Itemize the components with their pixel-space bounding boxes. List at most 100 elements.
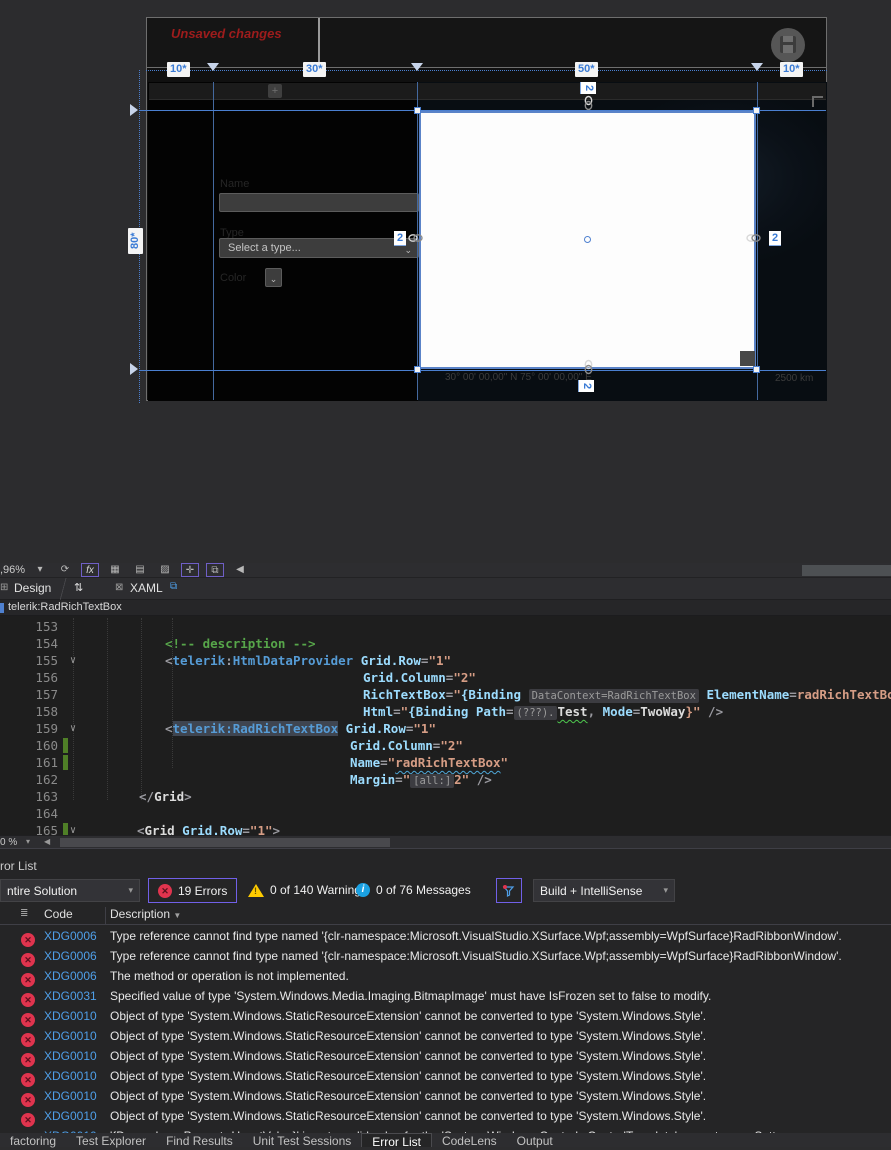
- wpf-designer-surface: Unsaved changes + Name Type Select a typ…: [0, 0, 891, 563]
- panel-tab-find-results[interactable]: Find Results: [156, 1133, 243, 1148]
- errors-filter-button[interactable]: ✕ 19 Errors: [148, 878, 238, 903]
- name-input[interactable]: [219, 193, 419, 212]
- change-bar: [63, 823, 68, 835]
- error-row[interactable]: ✕ XDG0010 Object of type 'System.Windows.S…: [0, 1066, 891, 1087]
- error-row[interactable]: ✕ XDG0006 The method or operation is not i…: [0, 966, 891, 987]
- selection-handle[interactable]: [414, 107, 421, 114]
- code-line[interactable]: 153: [0, 618, 891, 635]
- color-dropdown[interactable]: ⌄: [265, 268, 282, 287]
- column-width-label[interactable]: 50*: [575, 62, 598, 77]
- snap-gridlines-icon[interactable]: ✛: [181, 563, 199, 577]
- line-number: 157: [35, 687, 58, 702]
- editor-zoom-value[interactable]: 0 %: [0, 837, 17, 848]
- source-dropdown[interactable]: Build + IntelliSense ▾: [533, 879, 675, 902]
- save-icon[interactable]: [771, 28, 805, 62]
- xaml-view-icon: ⊠: [115, 582, 124, 593]
- chain-link-icon[interactable]: [584, 359, 594, 375]
- error-row[interactable]: ✕ XDG0006 Type reference cannot find type …: [0, 946, 891, 967]
- column-grip-icon[interactable]: [207, 63, 219, 71]
- code-line[interactable]: 163 </Grid>: [0, 788, 891, 805]
- horizontal-scrollbar[interactable]: [60, 838, 390, 847]
- panel-tab-unit-test-sessions[interactable]: Unit Test Sessions: [243, 1133, 362, 1148]
- popout-icon[interactable]: ⧉: [170, 581, 177, 592]
- code-line[interactable]: 157 RichTextBox="{Binding DataContext=Rad…: [0, 686, 891, 703]
- chevron-down-icon[interactable]: ▾: [34, 563, 46, 577]
- panel-tab-test-explorer[interactable]: Test Explorer: [66, 1133, 156, 1148]
- content-top-bar: +: [149, 83, 826, 100]
- error-description: Type reference cannot find type named '{…: [110, 929, 842, 943]
- code-line[interactable]: 161 Name="radRichTextBox": [0, 754, 891, 771]
- panel-tab-codelens[interactable]: CodeLens: [432, 1133, 507, 1148]
- error-row[interactable]: ✕ XDG0010 Object of type 'System.Windows.S…: [0, 1026, 891, 1047]
- grid-settings-icon[interactable]: ▤: [131, 563, 149, 577]
- snap-dither-icon[interactable]: ▨: [156, 563, 174, 577]
- breadcrumb-element[interactable]: telerik:RadRichTextBox: [0, 601, 122, 613]
- error-row[interactable]: ✕ XDG0010 Object of type 'System.Windows.S…: [0, 1006, 891, 1027]
- refresh-icon[interactable]: ⟳: [56, 563, 74, 577]
- scroll-left-icon[interactable]: ◀: [44, 837, 50, 846]
- error-row[interactable]: ✕XDG0010'{DependencyProperty.UnsetValue}…: [0, 1126, 891, 1133]
- column-grip-icon[interactable]: [751, 63, 763, 71]
- margin-top-badge[interactable]: 2: [580, 82, 596, 95]
- code-line[interactable]: 160 Grid.Column="2": [0, 737, 891, 754]
- chain-link-icon[interactable]: [584, 95, 594, 111]
- type-combobox[interactable]: Select a type... ⌄: [219, 238, 419, 258]
- panel-tab-output[interactable]: Output: [507, 1133, 563, 1148]
- tab-design[interactable]: Design: [14, 581, 51, 595]
- column-header-code[interactable]: Code: [44, 907, 73, 921]
- error-row[interactable]: ✕ XDG0010 Object of type 'System.Windows.S…: [0, 1046, 891, 1067]
- show-grid-icon[interactable]: ▦: [106, 563, 124, 577]
- row-height-label[interactable]: 80*: [128, 228, 143, 254]
- chain-link-icon[interactable]: [746, 233, 761, 243]
- chain-link-icon[interactable]: [408, 233, 423, 243]
- tab-xaml[interactable]: XAML: [130, 581, 163, 595]
- code-line[interactable]: 164: [0, 805, 891, 822]
- code-line[interactable]: 159 ∨ <telerik:RadRichTextBox Grid.Row="1": [0, 720, 891, 737]
- messages-filter-button[interactable]: i 0 of 76 Messages: [356, 883, 471, 897]
- line-number: 156: [35, 670, 58, 685]
- fold-chevron-icon[interactable]: ∨: [70, 822, 76, 835]
- horizontal-scrollbar[interactable]: [802, 565, 891, 576]
- error-row[interactable]: ✕ XDG0031 Specified value of type 'System.…: [0, 986, 891, 1007]
- code-line[interactable]: 158 Html="{Binding Path= (???). Test, Mode=…: [0, 703, 891, 720]
- unsaved-changes-label: Unsaved changes: [171, 26, 282, 41]
- error-row[interactable]: ✕ XDG0010 Object of type 'System.Windows.S…: [0, 1086, 891, 1107]
- selection-handle[interactable]: [753, 366, 760, 373]
- margin-left-badge[interactable]: 2: [394, 231, 407, 246]
- scope-dropdown[interactable]: ntire Solution ▾: [0, 879, 140, 902]
- chevron-down-icon: ▾: [663, 885, 668, 895]
- warnings-filter-button[interactable]: 0 of 140 Warnings: [248, 883, 367, 897]
- chevron-down-icon[interactable]: ▾: [26, 837, 30, 846]
- related-items-icon[interactable]: ≣: [20, 908, 28, 919]
- filter-button[interactable]: [496, 878, 522, 903]
- column-header-description[interactable]: Description ▼: [110, 907, 181, 921]
- xaml-code-editor[interactable]: 153 154 <!-- description --> 155 ∨ <telerik:H…: [0, 616, 891, 835]
- fold-chevron-icon[interactable]: ∨: [70, 720, 76, 737]
- row-grip-icon[interactable]: [130, 363, 138, 375]
- designer-zoom-value[interactable]: ,96%: [0, 564, 25, 576]
- selection-handle[interactable]: [414, 366, 421, 373]
- fold-chevron-icon[interactable]: ∨: [70, 652, 76, 669]
- column-width-label[interactable]: 10*: [167, 62, 190, 77]
- panel-tab-factoring[interactable]: factoring: [0, 1133, 66, 1148]
- panel-tab-error-list[interactable]: Error List: [361, 1133, 432, 1149]
- error-row[interactable]: ✕ XDG0010 Object of type 'System.Windows.S…: [0, 1106, 891, 1127]
- swap-panes-icon[interactable]: ⇅: [74, 581, 83, 594]
- code-line[interactable]: 156 Grid.Column="2": [0, 669, 891, 686]
- margin-bottom-badge[interactable]: 2: [578, 380, 594, 393]
- selection-handle[interactable]: [753, 107, 760, 114]
- code-line[interactable]: 165 ∨ <Grid Grid.Row="1">: [0, 822, 891, 835]
- column-width-label[interactable]: 10*: [780, 62, 803, 77]
- snap-to-snaplines-icon[interactable]: ⧉: [206, 563, 224, 577]
- margin-right-badge[interactable]: 2: [769, 231, 782, 246]
- collapse-icon[interactable]: ◀: [231, 563, 249, 577]
- add-file-icon[interactable]: +: [268, 84, 282, 98]
- error-row[interactable]: ✕ XDG0006 Type reference cannot find type …: [0, 926, 891, 947]
- effects-fx-icon[interactable]: fx: [81, 563, 99, 577]
- column-width-label[interactable]: 30*: [303, 62, 326, 77]
- code-line[interactable]: 154 <!-- description -->: [0, 635, 891, 652]
- code-line[interactable]: 162 Margin=" [all:] 2" />: [0, 771, 891, 788]
- column-grip-icon[interactable]: [411, 63, 423, 71]
- code-line[interactable]: 155 ∨ <telerik:HtmlDataProvider Grid.Row="…: [0, 652, 891, 669]
- row-grip-icon[interactable]: [130, 104, 138, 116]
